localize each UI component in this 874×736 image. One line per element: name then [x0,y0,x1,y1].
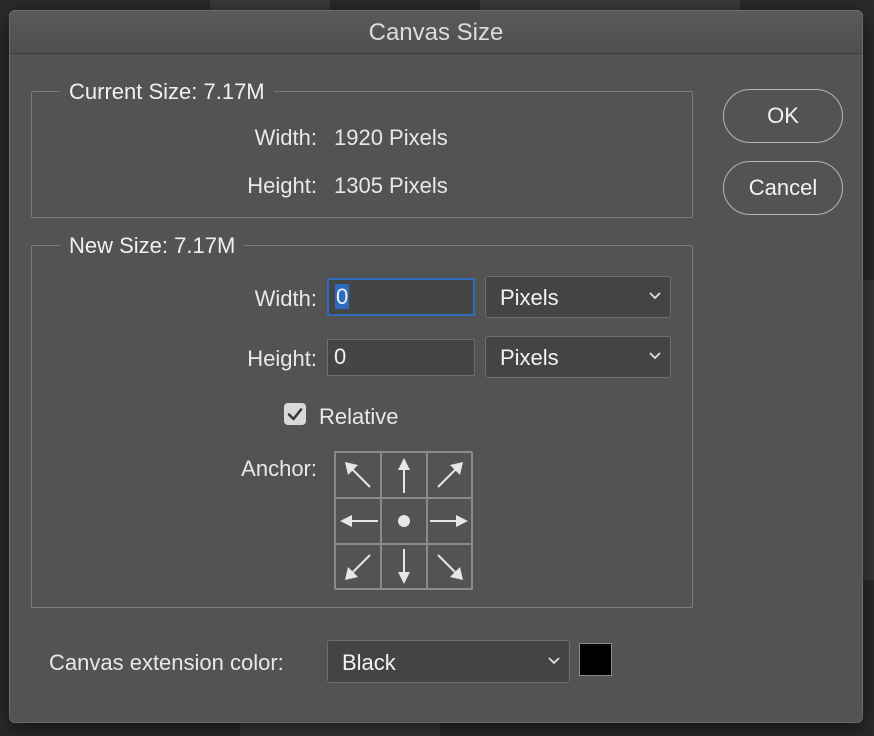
new-width-unit-value: Pixels [500,285,559,310]
relative-checkbox[interactable] [284,403,306,425]
anchor-grid [334,451,473,590]
background-panel-bottom [240,722,440,736]
anchor-left[interactable] [335,498,381,544]
new-height-input[interactable]: 0 [327,339,475,376]
arrow-down-left-icon [345,554,371,580]
new-width-label: Width: [254,286,317,311]
new-height-label: Height: [247,346,317,371]
cancel-button[interactable]: Cancel [723,161,843,215]
anchor-bottom-left[interactable] [335,544,381,590]
extension-color-value: Black [342,650,396,675]
anchor-right[interactable] [427,498,473,544]
anchor-label: Anchor: [241,456,317,481]
new-height-value: 0 [334,344,347,369]
arrow-right-icon [430,515,468,527]
current-width-value: 1920 Pixels [334,125,448,150]
chevron-down-icon [649,292,661,300]
anchor-center[interactable] [381,498,427,544]
anchor-top-right[interactable] [427,452,473,498]
new-width-unit-select[interactable]: Pixels [485,276,671,318]
background-panel-side [862,280,874,580]
new-width-input[interactable]: 0 [327,278,475,316]
dialog-title: Canvas Size [10,11,862,54]
extension-color-label: Canvas extension color: [49,650,284,675]
chevron-down-icon [649,352,661,360]
arrow-left-icon [340,515,378,527]
arrow-up-right-icon [437,462,463,488]
checkmark-icon [287,408,303,421]
anchor-bottom-right[interactable] [427,544,473,590]
canvas-size-dialog: Canvas Size Current Size: 7.17M Width: 1… [9,10,863,723]
anchor-top-left[interactable] [335,452,381,498]
new-width-value: 0 [335,284,350,309]
new-height-unit-value: Pixels [500,345,559,370]
current-height-value: 1305 Pixels [334,173,448,198]
current-height-label: Height: [247,173,317,198]
relative-label: Relative [319,404,399,429]
arrow-up-icon [398,458,410,493]
arrow-down-icon [398,549,410,584]
chevron-down-icon [548,657,560,665]
anchor-center-dot-icon [398,515,410,527]
extension-color-swatch[interactable] [579,643,612,676]
ok-button[interactable]: OK [723,89,843,143]
new-height-unit-select[interactable]: Pixels [485,336,671,378]
extension-color-select[interactable]: Black [327,640,570,683]
anchor-top[interactable] [381,452,427,498]
current-width-label: Width: [254,125,317,150]
anchor-bottom[interactable] [381,544,427,590]
arrow-down-right-icon [437,554,463,580]
current-size-legend: Current Size: 7.17M [60,79,274,105]
arrow-up-left-icon [345,462,371,488]
new-size-legend: New Size: 7.17M [60,233,245,259]
